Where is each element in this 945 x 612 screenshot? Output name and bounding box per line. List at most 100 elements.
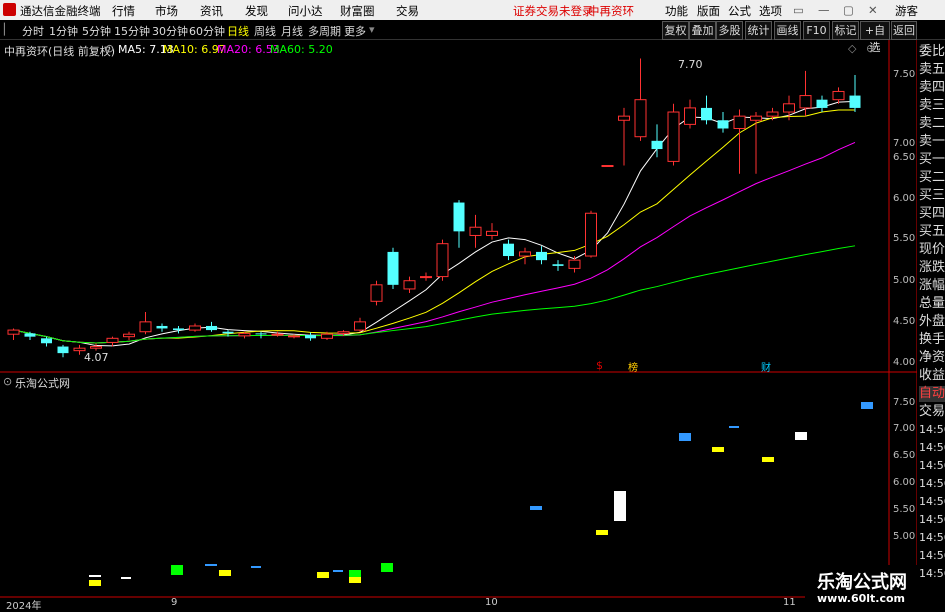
candle-body[interactable]	[717, 120, 729, 129]
watermark-title: 乐淘公式网	[817, 572, 907, 593]
candle-body[interactable]	[667, 111, 680, 162]
signal-bar	[762, 457, 774, 462]
candle-body[interactable]	[90, 346, 102, 349]
candle-body[interactable]	[370, 284, 383, 302]
quote-label: 现价	[919, 242, 945, 257]
quote-label: 卖四	[919, 80, 945, 95]
sub-indicator-title: 乐淘公式网	[15, 377, 70, 390]
candle-body[interactable]	[41, 338, 52, 344]
low-price-label: 4.07	[84, 351, 109, 364]
candle-body[interactable]	[634, 99, 647, 138]
candle-body[interactable]	[568, 259, 581, 269]
candle-body[interactable]	[271, 333, 284, 336]
candle-body[interactable]	[156, 325, 168, 329]
candle-body[interactable]	[783, 103, 795, 113]
candle-body[interactable]	[305, 335, 316, 339]
signal-bar	[795, 432, 807, 440]
candle-body[interactable]	[750, 115, 762, 121]
quote-label: 涨幅	[919, 278, 945, 293]
candle-body[interactable]	[849, 95, 861, 108]
candle-body[interactable]	[651, 140, 663, 150]
axis-label: 7.00	[893, 423, 916, 434]
time-label: 10	[485, 597, 498, 608]
candle-body[interactable]	[7, 329, 20, 335]
time-label: 11	[783, 597, 796, 608]
candle-body[interactable]	[453, 202, 465, 232]
candle-body[interactable]	[321, 333, 333, 339]
candle-body[interactable]	[701, 107, 712, 121]
candle-body[interactable]	[189, 325, 201, 331]
candle-body[interactable]	[24, 333, 36, 337]
candle-body[interactable]	[552, 264, 564, 266]
candle-body[interactable]	[255, 333, 267, 335]
candle-body[interactable]	[173, 328, 184, 331]
candle-body[interactable]	[486, 230, 498, 236]
axis-label: 5.50	[893, 504, 916, 515]
candle-body[interactable]	[106, 337, 119, 343]
candle-body[interactable]	[832, 90, 845, 101]
candle-body[interactable]	[139, 321, 152, 333]
tick-time: 14:56	[919, 567, 945, 580]
event-dollar-icon[interactable]: $	[596, 359, 603, 372]
auto-trade-tab[interactable]: 自动	[919, 386, 945, 402]
signal-bar	[251, 566, 261, 568]
candle-body[interactable]	[222, 331, 234, 334]
watermark: 乐淘公式网 www.60lt.com	[805, 565, 920, 609]
axis-label: 4.50	[893, 316, 916, 327]
candle-body[interactable]	[469, 226, 482, 236]
signal-bar	[614, 491, 626, 521]
candle-body[interactable]	[123, 333, 135, 338]
candle-body[interactable]	[503, 243, 514, 257]
signal-bar	[596, 530, 608, 535]
axis-label: 5.00	[893, 531, 916, 542]
trade-tab[interactable]: 交易	[919, 404, 945, 420]
candle-body[interactable]	[519, 251, 531, 257]
ma-line	[13, 109, 855, 344]
quote-label: 卖三	[919, 98, 945, 113]
signal-bar	[205, 564, 217, 566]
event-rank-icon[interactable]: 榜	[628, 359, 638, 374]
candle-body[interactable]	[354, 321, 366, 331]
quote-label: 换手	[919, 332, 945, 347]
candle-body[interactable]	[420, 276, 432, 279]
candle-body[interactable]	[337, 331, 350, 334]
candle-body[interactable]	[816, 99, 828, 108]
tick-time: 14:56	[919, 513, 945, 526]
signal-bar	[89, 580, 101, 586]
event-finance-icon[interactable]: 财	[761, 359, 771, 374]
candle-body[interactable]	[536, 251, 547, 261]
ma-line	[13, 100, 856, 347]
candle-body[interactable]	[585, 212, 597, 257]
signal-bar	[333, 570, 343, 572]
candle-body[interactable]	[733, 115, 746, 129]
candle-body[interactable]	[288, 335, 300, 338]
candle-body[interactable]	[206, 325, 217, 331]
candle-body[interactable]	[403, 280, 416, 290]
axis-label: 6.50	[893, 152, 916, 163]
candle-body[interactable]	[387, 251, 399, 285]
candle-body[interactable]	[601, 165, 614, 168]
quote-label: 外盘	[919, 314, 945, 329]
axis-label: 5.50	[893, 233, 916, 244]
quote-label: 买一	[919, 152, 945, 167]
axis-label: 6.00	[893, 193, 916, 204]
signal-bar	[317, 572, 329, 578]
candle-body[interactable]	[684, 107, 696, 125]
tick-time: 14:56	[919, 459, 945, 472]
tick-time: 14:56	[919, 441, 945, 454]
kline-chart[interactable]	[0, 0, 945, 609]
candle-body[interactable]	[799, 95, 812, 109]
signal-bar	[679, 433, 691, 441]
candle-body[interactable]	[57, 346, 69, 354]
signal-bar	[219, 570, 231, 576]
quote-label: 买四	[919, 206, 945, 221]
signal-bar	[349, 570, 361, 578]
candle-body[interactable]	[618, 115, 630, 121]
quote-label: 买二	[919, 170, 945, 185]
candle-body[interactable]	[238, 332, 251, 337]
candle-body[interactable]	[436, 243, 449, 278]
signal-bar	[861, 402, 873, 409]
signal-bar	[712, 447, 724, 452]
candle-body[interactable]	[766, 111, 779, 117]
sub-settings-icon[interactable]: ⊙	[3, 375, 12, 388]
